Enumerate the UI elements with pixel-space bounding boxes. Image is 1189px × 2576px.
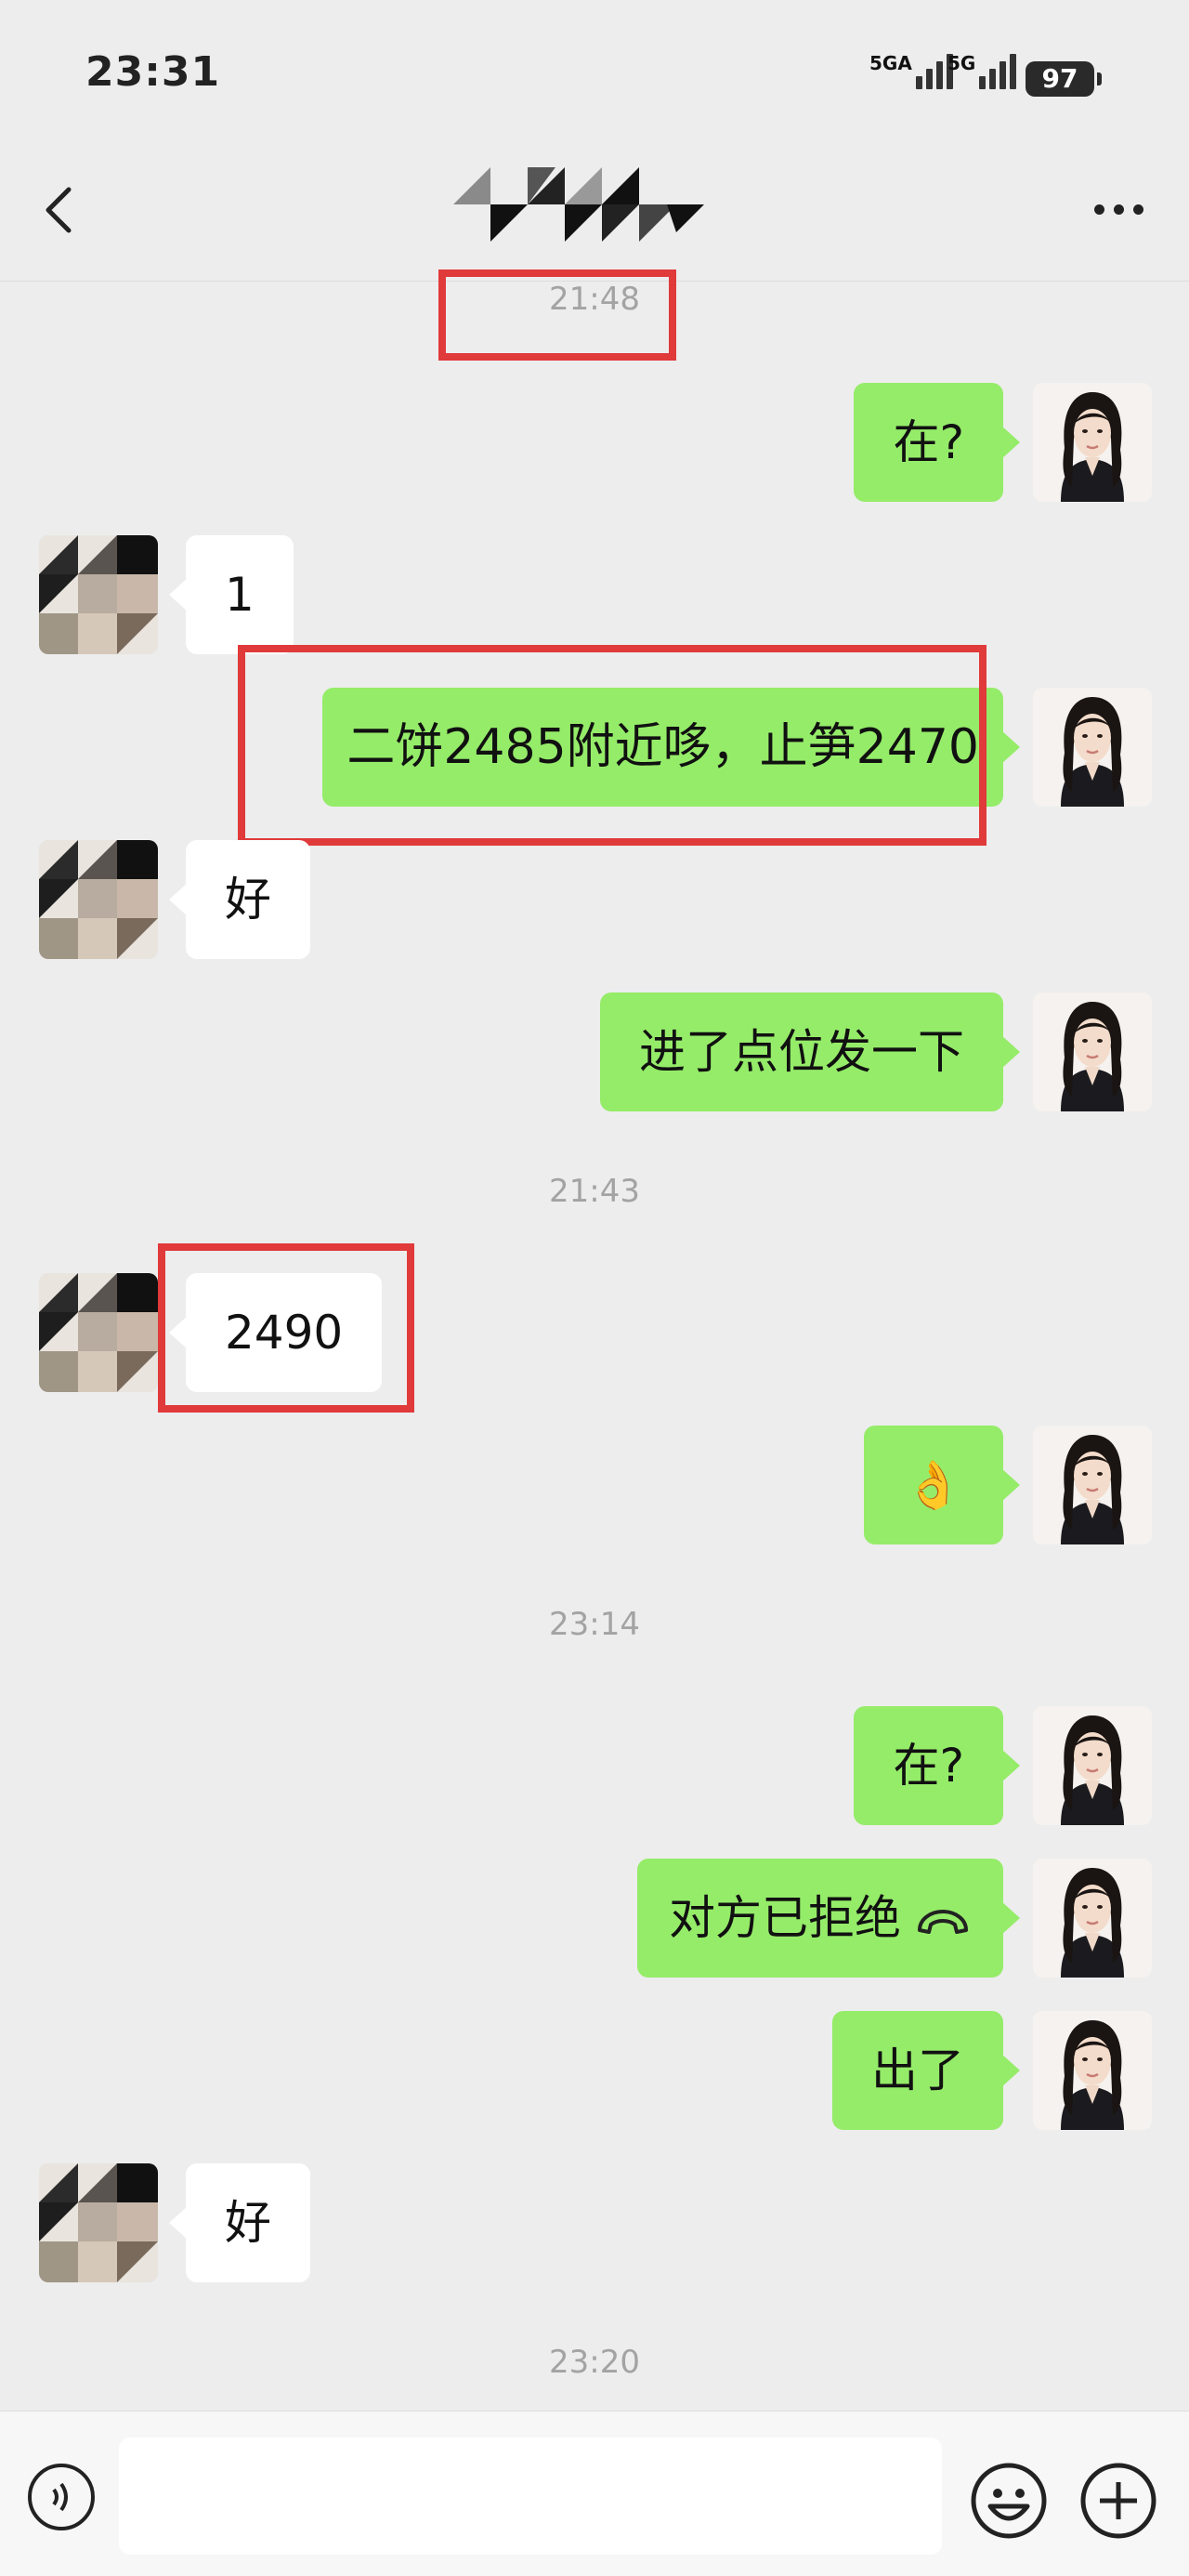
contact-avatar[interactable] bbox=[39, 2163, 158, 2282]
my-avatar[interactable] bbox=[1033, 1859, 1152, 1978]
my-avatar[interactable] bbox=[1033, 383, 1152, 502]
voice-icon bbox=[52, 2482, 68, 2512]
battery-indicator: 97 bbox=[1026, 61, 1102, 97]
received-message[interactable]: 好 bbox=[169, 840, 310, 959]
my-avatar[interactable] bbox=[1033, 992, 1152, 1111]
contact-avatar[interactable] bbox=[39, 1273, 158, 1392]
timestamp: 23:14 bbox=[549, 1606, 640, 1643]
signal-5ga-icon: 5GA bbox=[869, 54, 953, 89]
chevron-left-icon bbox=[46, 187, 72, 233]
sent-message[interactable]: 在? bbox=[854, 383, 1020, 502]
status-time: 23:31 bbox=[85, 48, 221, 96]
contact-name-mosaic bbox=[453, 167, 704, 242]
voice-button[interactable] bbox=[28, 2464, 95, 2530]
sent-message[interactable]: 出了 bbox=[832, 2011, 1020, 2130]
timestamp: 23:20 bbox=[549, 2344, 640, 2381]
received-message[interactable]: 2490 bbox=[168, 1273, 383, 1392]
my-avatar[interactable] bbox=[1033, 1706, 1152, 1825]
sent-message[interactable]: 二饼2485附近哆，止笋2470 bbox=[322, 688, 1020, 807]
phone-hangup-icon bbox=[918, 1909, 968, 1934]
sent-message[interactable]: 在? bbox=[854, 1706, 1020, 1825]
call-declined-message[interactable]: 对方已拒绝 bbox=[637, 1859, 1020, 1978]
my-avatar[interactable] bbox=[1033, 1426, 1152, 1544]
timestamp: 21:43 bbox=[549, 1173, 640, 1210]
plus-icon[interactable] bbox=[1079, 2462, 1157, 2540]
my-avatar[interactable] bbox=[1033, 2011, 1152, 2130]
contact-avatar[interactable] bbox=[39, 840, 158, 959]
received-message[interactable]: 好 bbox=[169, 2163, 310, 2282]
back-button[interactable] bbox=[33, 182, 89, 238]
sent-message[interactable]: 进了点位发一下 bbox=[600, 992, 1020, 1111]
call-status-text: 对方已拒绝 bbox=[669, 1891, 901, 1945]
input-bar bbox=[0, 2411, 1189, 2576]
received-message[interactable]: 1 bbox=[169, 535, 294, 654]
timestamp: 21:48 bbox=[549, 281, 640, 318]
more-options-button[interactable] bbox=[1094, 195, 1154, 223]
message-input[interactable] bbox=[119, 2438, 942, 2555]
signal-5g-icon: 5G bbox=[947, 54, 1017, 89]
status-bar: 23:31 5GA 5G 97 bbox=[0, 0, 1189, 149]
my-avatar[interactable] bbox=[1033, 688, 1152, 807]
sent-message-emoji[interactable]: 👌 bbox=[863, 1426, 1021, 1544]
contact-avatar[interactable] bbox=[39, 535, 158, 654]
emoji-icon[interactable] bbox=[970, 2462, 1048, 2540]
chat-header bbox=[0, 149, 1189, 282]
ellipsis-icon bbox=[1094, 204, 1104, 215]
